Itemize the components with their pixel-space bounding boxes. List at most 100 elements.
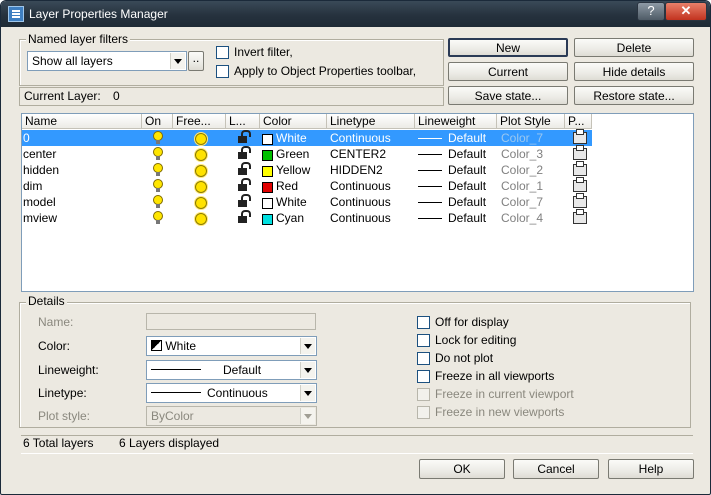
- chevron-down-icon[interactable]: [300, 362, 315, 378]
- column-header-freeze[interactable]: Free...: [173, 114, 226, 129]
- lightbulb-icon[interactable]: [153, 131, 163, 144]
- option-checkbox: [417, 406, 430, 419]
- column-header-plot-style[interactable]: Plot Style: [497, 114, 565, 129]
- unlock-icon[interactable]: [238, 146, 251, 159]
- lightbulb-icon[interactable]: [153, 211, 163, 224]
- lineweight-combo-value: Default: [223, 363, 262, 377]
- table-row[interactable]: dim Red Continuous Default Color_1: [22, 177, 592, 194]
- linetype-combo[interactable]: Continuous: [146, 383, 317, 403]
- table-row[interactable]: hidden Yellow HIDDEN2 Default Color_2: [22, 161, 592, 178]
- sun-icon[interactable]: [195, 181, 207, 193]
- apply-toolbar-label: Apply to Object Properties toolbar,: [234, 64, 417, 78]
- invert-filter-label: Invert filter,: [234, 45, 293, 59]
- layer-list[interactable]: Name On Free... L... Color Linetype Line…: [21, 113, 694, 292]
- table-row[interactable]: 0 White Continuous Default Color_7: [22, 129, 592, 146]
- option-checkbox[interactable]: [417, 370, 430, 383]
- option-checkbox[interactable]: [417, 334, 430, 347]
- column-header-plot[interactable]: P...: [565, 114, 592, 129]
- ok-button[interactable]: OK: [419, 459, 505, 479]
- lightbulb-icon[interactable]: [153, 195, 163, 208]
- lightbulb-icon[interactable]: [153, 179, 163, 192]
- printer-icon[interactable]: [573, 177, 587, 192]
- total-layers-count: 6 Total layers: [23, 436, 94, 450]
- delete-button[interactable]: Delete: [574, 38, 694, 57]
- layer-linetype: HIDDEN2: [330, 163, 383, 177]
- filter-browse-button[interactable]: ..: [188, 51, 204, 71]
- title-bar[interactable]: Layer Properties Manager ? ✕: [1, 1, 710, 27]
- lineweight-line-icon: [418, 170, 442, 171]
- filter-combo[interactable]: Show all layers: [27, 51, 187, 71]
- new-button[interactable]: New: [448, 38, 568, 57]
- hide-details-button[interactable]: Hide details: [574, 62, 694, 81]
- column-header-on[interactable]: On: [142, 114, 173, 129]
- sun-icon[interactable]: [195, 133, 207, 145]
- sun-icon[interactable]: [195, 165, 207, 177]
- printer-icon[interactable]: [573, 161, 587, 176]
- lineweight-combo[interactable]: Default: [146, 360, 317, 380]
- color-swatch-icon[interactable]: [262, 182, 273, 193]
- sun-icon[interactable]: [195, 149, 207, 161]
- layer-linetype: Continuous: [330, 179, 391, 193]
- table-row[interactable]: mview Cyan Continuous Default Color_4: [22, 209, 592, 226]
- close-icon: ✕: [680, 3, 692, 18]
- layer-linetype: Continuous: [330, 195, 391, 209]
- option-checkbox[interactable]: [417, 316, 430, 329]
- option-label: Freeze in all viewports: [435, 369, 555, 383]
- unlock-icon[interactable]: [238, 178, 251, 191]
- named-filters-legend: Named layer filters: [26, 32, 131, 46]
- unlock-icon[interactable]: [238, 194, 251, 207]
- layer-lineweight: Default: [448, 195, 487, 209]
- help-title-button[interactable]: ?: [637, 2, 665, 21]
- status-bar: 6 Total layers 6 Layers displayed: [21, 435, 693, 454]
- layer-color: Cyan: [276, 211, 305, 225]
- lightbulb-icon[interactable]: [153, 147, 163, 160]
- layer-manager-icon: [8, 6, 24, 22]
- color-combo[interactable]: White: [146, 336, 317, 356]
- layer-name: mview: [23, 211, 58, 225]
- apply-toolbar-checkbox[interactable]: [216, 65, 229, 78]
- table-row[interactable]: model White Continuous Default Color_7: [22, 193, 592, 210]
- color-swatch-icon[interactable]: [262, 214, 273, 225]
- table-row[interactable]: center Green CENTER2 Default Color_3: [22, 145, 592, 162]
- option-label: Freeze in new viewports: [435, 405, 565, 419]
- plot-style-label: Plot style:: [38, 409, 91, 423]
- invert-filter-checkbox[interactable]: [216, 46, 229, 59]
- color-swatch-icon[interactable]: [262, 134, 273, 145]
- current-layer-value: 0: [113, 89, 120, 103]
- column-header-color[interactable]: Color: [260, 114, 327, 129]
- chevron-down-icon[interactable]: [300, 338, 315, 354]
- unlock-icon[interactable]: [238, 130, 251, 143]
- layer-lineweight: Default: [448, 163, 487, 177]
- color-swatch-icon[interactable]: [262, 150, 273, 161]
- sun-icon[interactable]: [195, 197, 207, 209]
- column-header-lineweight[interactable]: Lineweight: [415, 114, 497, 129]
- save-state-button[interactable]: Save state...: [448, 86, 568, 105]
- chevron-down-icon[interactable]: [300, 385, 315, 401]
- column-header-name[interactable]: Name: [22, 114, 142, 129]
- lineweight-line-icon: [418, 202, 442, 203]
- column-header-lock[interactable]: L...: [226, 114, 260, 129]
- column-header-linetype[interactable]: Linetype: [327, 114, 415, 129]
- restore-state-button[interactable]: Restore state...: [574, 86, 694, 105]
- color-swatch-icon[interactable]: [262, 198, 273, 209]
- current-layer-label: Current Layer:: [24, 89, 101, 103]
- sun-icon[interactable]: [195, 213, 207, 225]
- printer-icon[interactable]: [573, 145, 587, 160]
- option-checkbox[interactable]: [417, 352, 430, 365]
- close-button[interactable]: ✕: [665, 2, 707, 21]
- chevron-down-icon[interactable]: [170, 53, 185, 69]
- layer-name: hidden: [23, 163, 60, 177]
- layer-color: Red: [276, 179, 299, 193]
- unlock-icon[interactable]: [238, 162, 251, 175]
- option-label: Do not plot: [435, 351, 494, 365]
- linetype-combo-value: Continuous: [207, 386, 268, 400]
- printer-icon[interactable]: [573, 193, 587, 208]
- lightbulb-icon[interactable]: [153, 163, 163, 176]
- help-button[interactable]: Help: [608, 459, 694, 479]
- unlock-icon[interactable]: [238, 210, 251, 223]
- color-swatch-icon[interactable]: [262, 166, 273, 177]
- current-button[interactable]: Current: [448, 62, 568, 81]
- cancel-button[interactable]: Cancel: [513, 459, 599, 479]
- printer-icon[interactable]: [573, 129, 587, 144]
- printer-icon[interactable]: [573, 209, 587, 224]
